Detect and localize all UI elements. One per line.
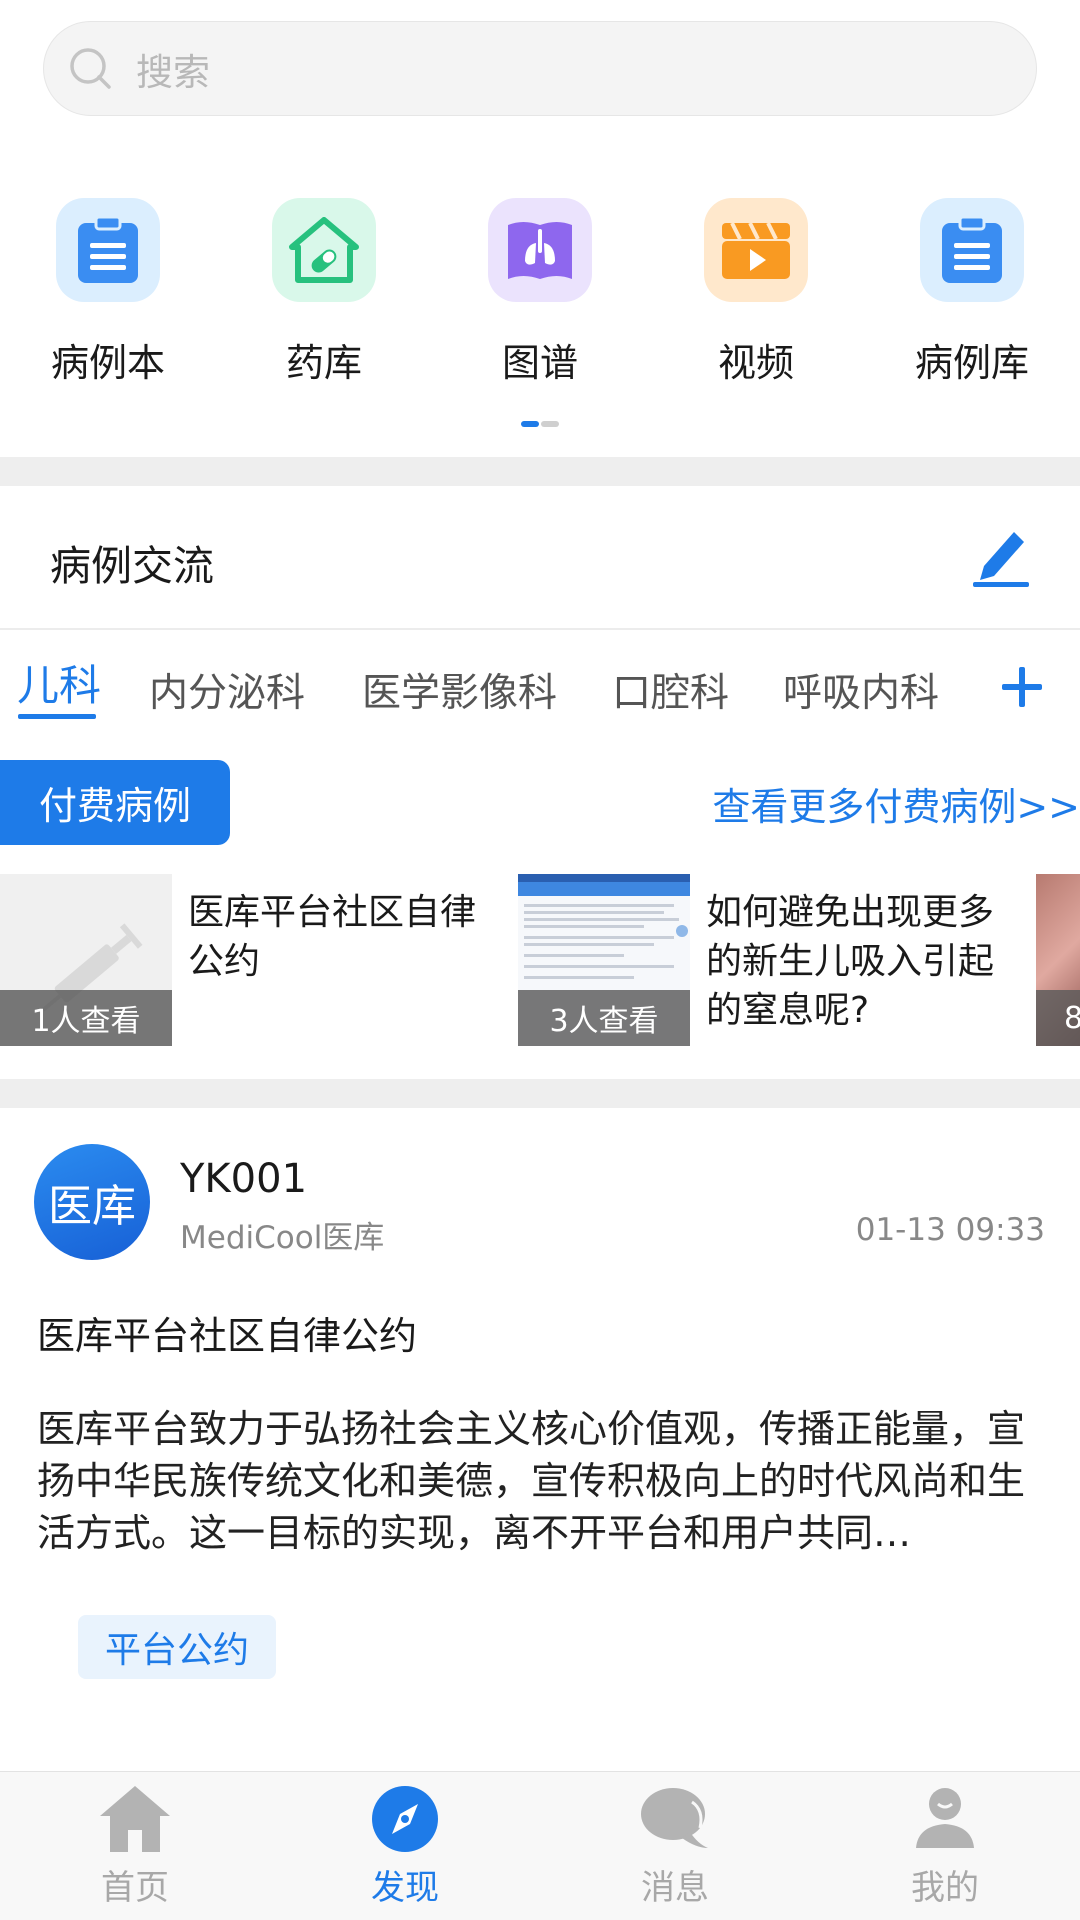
department-tabs: 儿科 内分泌科 医学影像科 口腔科 呼吸内科 xyxy=(0,656,1080,726)
tab-pediatrics[interactable]: 儿科 xyxy=(17,652,101,713)
search-bar[interactable]: 搜索 xyxy=(43,21,1037,116)
avatar[interactable]: 医库 xyxy=(34,1144,150,1260)
case-thumbnail: 3人查看 xyxy=(518,874,690,1046)
clipboard-icon xyxy=(56,198,160,302)
post-tag[interactable]: 平台公约 xyxy=(78,1615,276,1679)
view-count: 1人查看 xyxy=(0,990,172,1046)
case-title: 医库平台社区自律公约 xyxy=(188,892,477,982)
clapperboard-icon xyxy=(704,198,808,302)
active-tab-indicator xyxy=(18,714,96,719)
nav-label: 我的 xyxy=(911,1868,979,1908)
case-thumbnail: 8 xyxy=(1036,874,1080,1046)
post-author-org: MediCool医库 xyxy=(180,1220,385,1256)
case-thumbnail: 1人查看 xyxy=(0,874,172,1046)
post-author[interactable]: YK001 xyxy=(180,1156,307,1202)
nav-discover[interactable]: 发现 xyxy=(270,1772,540,1920)
nav-profile[interactable]: 我的 xyxy=(810,1772,1080,1920)
view-count: 8 xyxy=(1036,990,1080,1046)
compass-icon xyxy=(372,1786,438,1852)
tab-endocrinology[interactable]: 内分泌科 xyxy=(149,662,305,718)
quick-link-label: 病例本 xyxy=(50,341,165,385)
more-paid-cases-link[interactable]: 查看更多付费病例>> xyxy=(712,776,1080,831)
section-divider xyxy=(0,1079,1080,1108)
section-divider xyxy=(0,457,1080,486)
quick-link-label: 视频 xyxy=(717,341,794,385)
divider xyxy=(0,628,1080,630)
quick-link-drug-library[interactable]: 药库 xyxy=(216,198,432,387)
view-count: 3人查看 xyxy=(518,990,690,1046)
post-title[interactable]: 医库平台社区自律公约 xyxy=(37,1305,417,1360)
nav-label: 发现 xyxy=(371,1868,439,1908)
quick-links: 病例本 药库 图谱 视频 病例库 xyxy=(0,198,1080,387)
tab-stomatology[interactable]: 口腔科 xyxy=(612,662,729,718)
quick-link-case-notebook[interactable]: 病例本 xyxy=(0,198,216,387)
nav-label: 消息 xyxy=(641,1868,709,1908)
edit-icon[interactable] xyxy=(970,522,1032,588)
quick-link-atlas[interactable]: 图谱 xyxy=(432,198,648,387)
add-tab-icon[interactable] xyxy=(1000,665,1044,709)
quick-link-case-library[interactable]: 病例库 xyxy=(864,198,1080,387)
clipboard-icon xyxy=(920,198,1024,302)
nav-home[interactable]: 首页 xyxy=(0,1772,270,1920)
nav-label: 首页 xyxy=(101,1868,169,1908)
search-icon xyxy=(70,47,111,89)
home-icon xyxy=(100,1786,170,1852)
case-card[interactable]: 8 xyxy=(1036,874,1080,1046)
bottom-nav: 首页 发现 消息 我的 xyxy=(0,1771,1080,1920)
post-body[interactable]: 医库平台致力于弘扬社会主义核心价值观，传播正能量，宣扬中华民族传统文化和美德，宣… xyxy=(37,1403,1047,1559)
quick-link-label: 病例库 xyxy=(914,341,1029,385)
quick-link-label: 药库 xyxy=(285,341,362,385)
lungs-book-icon xyxy=(488,198,592,302)
page-dot xyxy=(541,421,559,427)
quick-link-video[interactable]: 视频 xyxy=(648,198,864,387)
user-icon xyxy=(916,1788,974,1848)
nav-messages[interactable]: 消息 xyxy=(540,1772,810,1920)
pill-house-icon xyxy=(272,198,376,302)
search-placeholder: 搜索 xyxy=(136,50,210,94)
quick-link-label: 图谱 xyxy=(501,341,578,385)
page-dot-active xyxy=(521,421,539,427)
paid-cases-button[interactable]: 付费病例 xyxy=(0,760,230,845)
section-title: 病例交流 xyxy=(50,542,214,590)
case-card[interactable]: 1人查看 医库平台社区自律公约 xyxy=(0,874,500,1046)
case-title: 如何避免出现更多的新生儿吸入引起的窒息呢? xyxy=(706,892,995,1031)
chat-icon xyxy=(641,1788,708,1848)
tab-respiratory[interactable]: 呼吸内科 xyxy=(783,662,939,718)
tab-medical-imaging[interactable]: 医学影像科 xyxy=(362,662,557,718)
page-indicator xyxy=(521,421,559,427)
post-time: 01-13 09:33 xyxy=(855,1212,1045,1248)
case-card[interactable]: 3人查看 如何避免出现更多的新生儿吸入引起的窒息呢? xyxy=(518,874,1038,1046)
